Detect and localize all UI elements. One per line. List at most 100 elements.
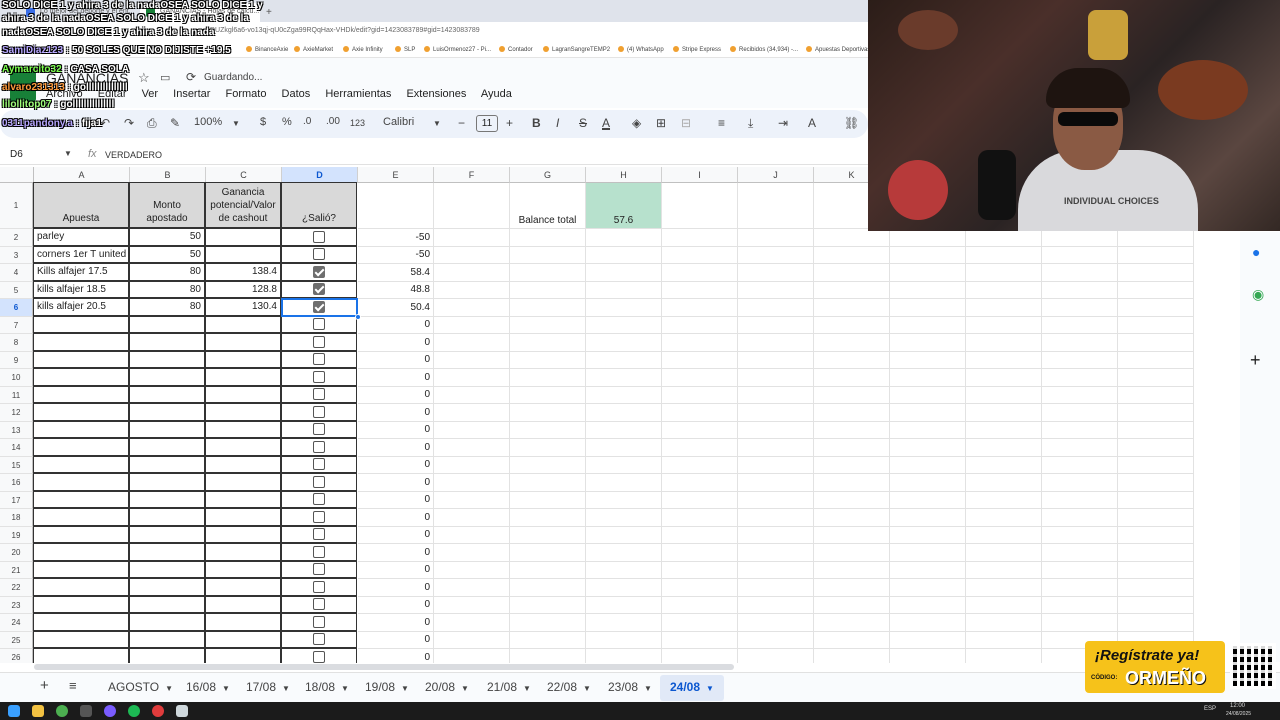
cell[interactable] [205,525,281,543]
row-header[interactable]: 9 [0,351,33,369]
cell[interactable] [33,595,129,613]
cell[interactable] [586,596,662,614]
cell[interactable] [890,456,966,474]
cell[interactable] [129,473,205,491]
cell[interactable] [966,334,1042,352]
cell[interactable] [662,183,738,229]
menu-insertar[interactable]: Insertar [173,88,210,100]
cell[interactable] [1042,421,1118,439]
bookmark-item[interactable]: Stripe Express [673,46,721,53]
folder-icon[interactable]: ▭ [160,71,170,84]
cell[interactable] [966,316,1042,334]
checkbox-cell[interactable] [281,403,357,421]
cell[interactable] [814,439,890,457]
cell[interactable] [434,544,510,562]
cell[interactable] [1042,491,1118,509]
cell[interactable] [1118,579,1194,597]
stake-cell[interactable]: 80 [129,263,205,281]
vertical-align-icon[interactable]: ⤓ [748,116,753,131]
cell[interactable] [586,649,662,663]
bookmark-item[interactable]: Recibidos (34,934) -... [730,46,798,53]
cell[interactable] [205,648,281,663]
cell[interactable] [510,631,586,649]
cell[interactable] [966,614,1042,632]
cell[interactable] [662,334,738,352]
cell[interactable] [205,595,281,613]
checkbox-cell[interactable] [281,368,357,386]
app-icon[interactable] [104,705,116,717]
cell[interactable] [205,578,281,596]
cell[interactable] [814,386,890,404]
cell[interactable] [129,315,205,333]
cell[interactable] [662,316,738,334]
cell[interactable] [1118,369,1194,387]
result-cell[interactable]: 0 [358,631,434,649]
cell[interactable] [434,491,510,509]
cell[interactable] [890,386,966,404]
cell[interactable] [814,246,890,264]
cell[interactable] [738,456,814,474]
fill-handle[interactable] [355,313,361,320]
bookmark-item[interactable]: AxieMarket [294,46,333,53]
cell[interactable] [890,316,966,334]
checkbox-cell[interactable] [281,455,357,473]
result-cell[interactable]: 0 [358,526,434,544]
cell[interactable] [966,596,1042,614]
cell[interactable] [662,229,738,247]
result-cell[interactable]: -50 [358,229,434,247]
row-header[interactable]: 17 [0,491,33,509]
cell[interactable] [1042,561,1118,579]
cell[interactable] [662,579,738,597]
checkbox[interactable] [313,440,325,453]
cell[interactable] [1118,456,1194,474]
cell[interactable] [662,281,738,299]
result-cell[interactable]: 0 [358,351,434,369]
cell[interactable] [129,508,205,526]
cell[interactable] [814,281,890,299]
cell[interactable] [890,299,966,317]
cell[interactable] [966,579,1042,597]
cell[interactable] [434,474,510,492]
checkbox[interactable] [313,563,325,576]
cell[interactable] [434,631,510,649]
italic-button[interactable]: I [556,116,559,130]
cell[interactable] [738,183,814,229]
checkbox[interactable] [313,458,325,471]
cell[interactable] [510,474,586,492]
language-indicator[interactable]: ESP [1204,706,1216,712]
cell[interactable] [738,421,814,439]
result-cell[interactable]: 0 [358,491,434,509]
bet-name-cell[interactable]: parley [33,228,129,246]
link-icon[interactable]: ⛓ [844,116,859,130]
result-cell[interactable]: 0 [358,561,434,579]
cell[interactable] [510,281,586,299]
cell[interactable] [129,490,205,508]
cell[interactable] [966,631,1042,649]
checkbox[interactable] [313,405,325,418]
cell[interactable] [738,229,814,247]
cell[interactable] [814,509,890,527]
cell[interactable] [129,595,205,613]
new-tab-button[interactable]: + [262,3,278,22]
cell[interactable] [434,264,510,282]
balance-value-cell[interactable]: 57.6 [586,183,662,229]
text-rotation-icon[interactable]: A [808,116,816,130]
checkbox-cell[interactable] [281,245,357,263]
cell[interactable] [890,334,966,352]
cell[interactable] [662,264,738,282]
checkbox[interactable] [313,335,325,348]
row-header[interactable]: 16 [0,474,33,492]
cell[interactable] [738,334,814,352]
bookmark-item[interactable]: Contador [499,46,533,53]
cell[interactable] [510,229,586,247]
cell[interactable] [814,614,890,632]
checkbox-checked[interactable] [313,283,325,296]
font-chevron-down-icon[interactable]: ▼ [433,119,441,128]
cell[interactable] [33,420,129,438]
checkbox-cell[interactable] [281,438,357,456]
cell[interactable] [890,439,966,457]
cell[interactable] [434,421,510,439]
row-header[interactable]: 12 [0,404,33,422]
print-icon[interactable]: ⎙ [147,116,157,131]
cell[interactable] [33,385,129,403]
